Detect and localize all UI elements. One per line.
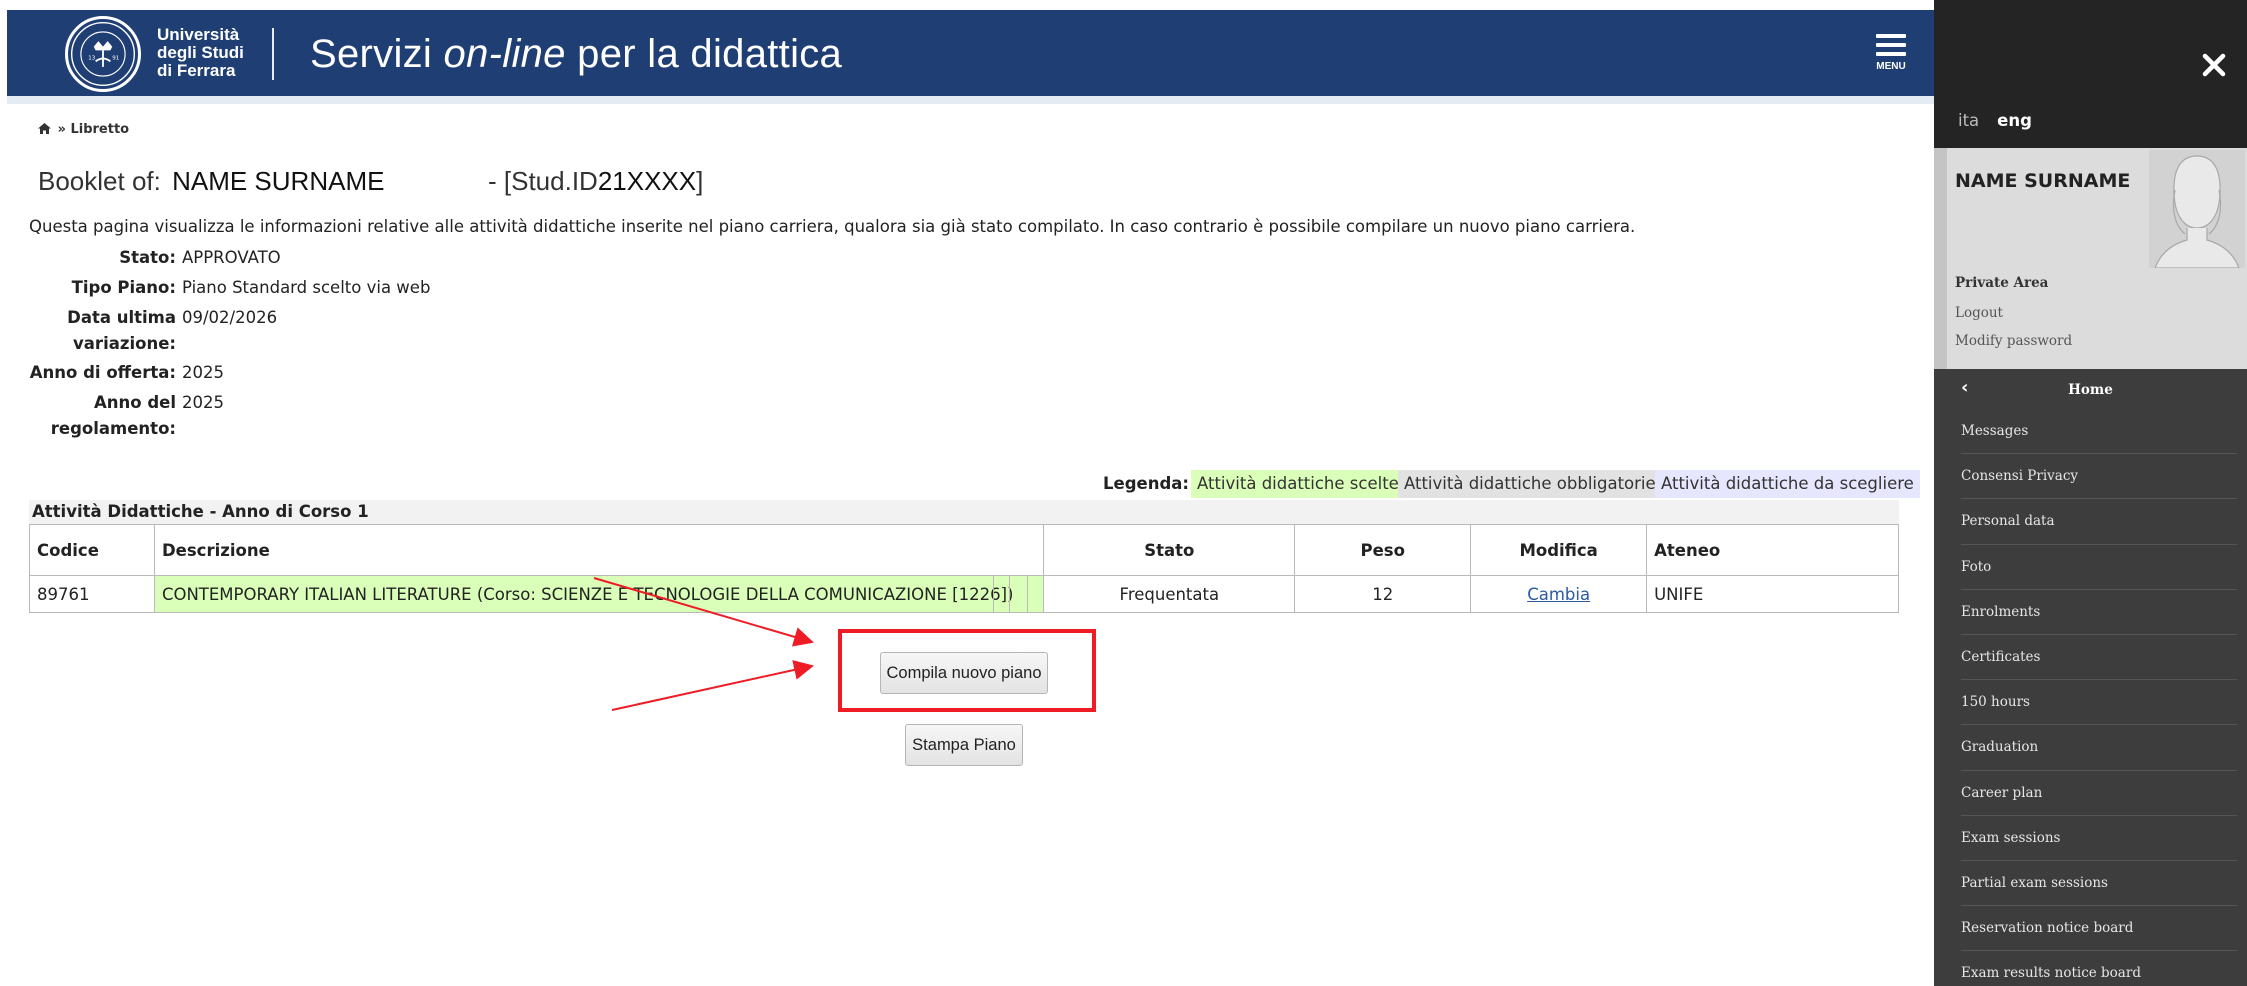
logo-line-1: Università [157,25,240,44]
sidebar-item-messages[interactable]: Messages [1934,409,2247,455]
menu-label: MENU [1876,61,1906,72]
info-label: Data ultima variazione: [67,308,176,353]
booklet-prefix: Booklet of: [38,166,161,196]
cell-descrizione: CONTEMPORARY ITALIAN LITERATURE (Corso: … [153,575,1045,613]
info-label: Anno di offerta: [29,363,176,382]
user-panel: NAME SURNAME Private Area Logout Modify … [1947,148,2247,369]
header-underline [7,96,1934,104]
info-value: 09/02/2026 [182,308,278,327]
col-header-descrizione[interactable]: Descrizione [153,524,1045,576]
col-header-modifica[interactable]: Modifica [1470,524,1648,576]
info-label: Anno del regolamento: [50,393,176,438]
activities-table-wrap: Attività Didattiche - Anno di Corso 1 Co… [29,500,1899,613]
header-title-part2: per la didattica [565,32,843,76]
logo-line-3: di Ferrara [157,61,236,80]
page-title: Booklet of: NAME SURNAME - [Stud.ID21XXX… [38,166,703,197]
sidebar-item-150-hours[interactable]: 150 hours [1934,680,2247,726]
university-logo-text[interactable]: Università degli Studi di Ferrara [157,26,244,80]
breadcrumb-separator: » [57,122,66,137]
intro-text: Questa pagina visualizza le informazioni… [29,217,1636,236]
breadcrumb-current: Libretto [70,122,130,137]
svg-text:13: 13 [88,56,96,62]
info-label: Tipo Piano: [71,278,176,297]
compila-nuovo-piano-button[interactable]: Compila nuovo piano [880,652,1048,694]
cell-stato: Frequentata [1043,575,1296,613]
private-area-label: Private Area [1955,275,2049,291]
university-seal-icon[interactable]: 13 91 [65,16,141,92]
info-label: Stato: [119,248,176,267]
sidebar-item-graduation[interactable]: Graduation [1934,725,2247,771]
student-name: NAME SURNAME [172,166,385,196]
student-id: 21XXXX [597,166,697,196]
sidebar-home: ‹ Home [1934,369,2247,409]
legend-chosen: Attività didattiche scelte [1191,470,1405,498]
sidebar-user-name: NAME SURNAME [1955,170,2131,192]
sidebar-user-strip [1934,148,1947,369]
table-header-row: Codice Descrizione Stato Peso Modifica A… [29,524,1899,576]
sidebar-home-label[interactable]: Home [1934,382,2247,398]
sidebar-item-exam-sessions[interactable]: Exam sessions [1934,816,2247,862]
table-caption: Attività Didattiche - Anno di Corso 1 [29,500,1899,524]
legend-label: Legenda: [1103,474,1189,493]
info-value: 2025 [182,363,224,382]
sidebar-item-reservation-notice-board[interactable]: Reservation notice board [1934,906,2247,952]
info-value: Piano Standard scelto via web [182,278,431,297]
sidebar-item-consensi-privacy[interactable]: Consensi Privacy [1934,454,2247,500]
sidebar-item-enrolments[interactable]: Enrolments [1934,590,2247,636]
menu-button[interactable]: MENU [1869,34,1913,86]
header-title-part1: Servizi [310,32,444,76]
student-id-suffix: ] [696,166,704,196]
language-switch: ita eng [1958,111,2032,130]
col-header-stato[interactable]: Stato [1043,524,1296,576]
modify-password-link[interactable]: Modify password [1955,333,2072,349]
student-id-prefix: - [Stud.ID [488,166,598,196]
main-content: 13 91 Università degli Studi di Ferrara … [0,0,1934,986]
legend: Legenda: Attività didattiche scelte Atti… [0,470,1929,500]
sidebar-item-personal-data[interactable]: Personal data [1934,499,2247,545]
header-title-italic: on-line [443,32,566,76]
legend-to-choose: Attività didattiche da scegliere [1655,470,1920,498]
cell-ateneo: UNIFE [1646,575,1899,613]
info-value: 2025 [182,393,224,412]
header-divider [272,28,274,80]
sidebar-item-partial-exam-sessions[interactable]: Partial exam sessions [1934,861,2247,907]
svg-text:91: 91 [112,56,119,62]
logo-line-2: degli Studi [157,43,244,62]
sidebar-item-foto[interactable]: Foto [1934,545,2247,590]
cell-codice: 89761 [29,575,155,613]
cambia-link[interactable]: Cambia [1527,585,1590,604]
annotation-arrow-2 [611,660,814,711]
site-header: 13 91 Università degli Studi di Ferrara … [7,10,1934,96]
header-title: Servizi on-line per la didattica [310,32,842,77]
table-row: 89761 CONTEMPORARY ITALIAN LITERATURE (C… [29,575,1899,613]
sidebar-item-certificates[interactable]: Certificates [1934,635,2247,681]
hamburger-icon [1869,34,1913,56]
page: 13 91 Università degli Studi di Ferrara … [0,0,2247,986]
cell-modifica: Cambia [1470,575,1648,613]
legend-mandatory: Attività didattiche obbligatorie [1398,470,1662,498]
activity-description: CONTEMPORARY ITALIAN LITERATURE (Corso: … [161,584,1014,604]
col-header-peso[interactable]: Peso [1294,524,1472,576]
col-header-ateneo[interactable]: Ateneo [1646,524,1899,576]
sidebar-item-career-plan[interactable]: Career plan [1934,771,2247,816]
col-header-codice[interactable]: Codice [29,524,155,576]
sidebar-item-exam-results-notice-board[interactable]: Exam results notice board [1934,951,2247,986]
description-stripes [993,576,1043,612]
logout-link[interactable]: Logout [1955,305,2003,321]
close-icon[interactable] [2199,50,2229,80]
sidebar-menu: ‹ Home Messages Consensi Privacy Persona… [1934,369,2247,986]
sidebar: ita eng NAME SURNAME Private Area Logout … [1934,0,2247,986]
avatar [2149,150,2245,269]
breadcrumb: » Libretto [38,122,129,137]
student-id-block: - [Stud.ID21XXXX] [488,166,703,197]
lang-eng[interactable]: eng [1997,111,2032,130]
cell-peso: 12 [1294,575,1472,613]
info-value: APPROVATO [182,248,281,267]
home-icon[interactable] [38,123,51,134]
activities-table: Codice Descrizione Stato Peso Modifica A… [29,524,1899,613]
lang-ita[interactable]: ita [1958,111,1979,130]
stampa-piano-button[interactable]: Stampa Piano [905,724,1023,766]
